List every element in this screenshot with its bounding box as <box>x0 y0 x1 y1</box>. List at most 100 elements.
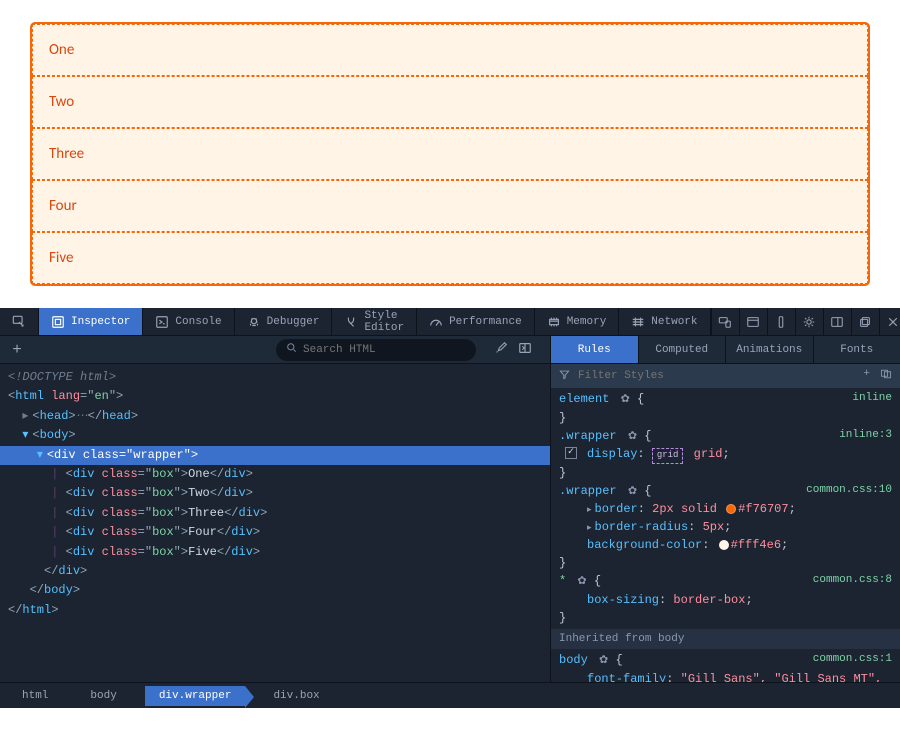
settings-button[interactable] <box>795 308 823 336</box>
rule-menu-icon[interactable]: ✿ <box>621 394 630 406</box>
crumb-body[interactable]: body <box>76 686 130 706</box>
rule-star[interactable]: * ✿ { common.css:8 <box>559 572 892 591</box>
rule-body[interactable]: body ✿ { common.css:1 <box>559 651 892 670</box>
rule-source-link[interactable]: common.css:10 <box>806 482 892 501</box>
iframe-picker-button[interactable] <box>739 308 767 336</box>
tab-memory[interactable]: Memory <box>535 308 620 335</box>
devtools-main: <!DOCTYPE html> <html lang="en"> <head>⋯… <box>0 364 900 682</box>
pick-element-button[interactable] <box>0 308 39 335</box>
dock-right-button[interactable] <box>823 308 851 336</box>
css-property[interactable]: background-color: #fff4e6; <box>559 536 892 554</box>
filter-styles-row: + <box>551 364 900 388</box>
network-icon <box>631 315 645 329</box>
collapse-icon[interactable] <box>37 447 47 464</box>
tab-label: Performance <box>449 316 522 328</box>
crumb-html[interactable]: html <box>8 686 62 706</box>
tab-network[interactable]: Network <box>619 308 710 335</box>
dom-line[interactable]: <body> <box>0 426 550 445</box>
rule-menu-icon[interactable]: ✿ <box>599 655 608 667</box>
popout-button[interactable] <box>851 308 879 336</box>
filter-icon <box>559 369 570 384</box>
eyedropper-button[interactable] <box>494 341 508 359</box>
tab-debugger[interactable]: Debugger <box>235 308 333 335</box>
filter-styles-input[interactable] <box>578 370 855 382</box>
dom-line[interactable]: <!DOCTYPE html> <box>0 368 550 387</box>
rules-tab-rules[interactable]: Rules <box>550 336 638 363</box>
css-property[interactable]: ▸border: 2px solid #f76707; <box>559 500 892 518</box>
dom-line[interactable]: </body> <box>0 581 550 600</box>
rules-tab-fonts[interactable]: Fonts <box>813 336 900 363</box>
devtools: Inspector Console Debugger Style Editor … <box>0 308 900 708</box>
rule-menu-icon[interactable]: ✿ <box>628 486 637 498</box>
tab-console[interactable]: Console <box>143 308 234 335</box>
rules-list[interactable]: element ✿ { inline } .wrapper ✿ { inline… <box>551 388 900 682</box>
dom-line[interactable]: </div> <box>0 562 550 581</box>
rule-element[interactable]: element ✿ { inline <box>559 390 892 409</box>
property-toggle[interactable]: ✓ <box>565 447 577 459</box>
rule-wrapper-inline[interactable]: .wrapper ✿ { inline:3 <box>559 427 892 446</box>
expand-icon[interactable] <box>22 408 32 425</box>
expand-shorthand-icon[interactable]: ▸ <box>587 523 592 533</box>
dom-line[interactable]: | <div class="box">Five</div> <box>0 543 550 562</box>
dom-line[interactable]: </html> <box>0 601 550 620</box>
tab-style-editor[interactable]: Style Editor <box>332 308 417 335</box>
collapse-icon[interactable] <box>22 427 32 444</box>
performance-icon <box>429 315 443 329</box>
css-property[interactable]: box-sizing: border-box; <box>559 591 892 609</box>
css-property[interactable]: font-family: "Gill Sans", "Gill Sans MT"… <box>559 670 892 683</box>
expand-shorthand-icon[interactable]: ▸ <box>587 505 592 515</box>
tab-label: Style Editor <box>364 310 404 334</box>
css-property[interactable]: ✓ display: grid grid; <box>559 445 892 464</box>
search-html[interactable] <box>276 339 476 361</box>
tab-inspector[interactable]: Inspector <box>39 308 143 335</box>
rule-source-link[interactable]: common.css:1 <box>813 651 892 670</box>
devtools-subbar: + Rules Computed Animations Fonts <box>0 336 900 364</box>
dock-side-button[interactable] <box>767 308 795 336</box>
grid-box: One <box>32 24 868 76</box>
dom-line[interactable]: | <div class="box">Three</div> <box>0 504 550 523</box>
pick-element-icon <box>12 315 26 329</box>
console-icon <box>155 315 169 329</box>
add-element-button[interactable]: + <box>8 341 26 359</box>
dom-line[interactable]: | <div class="box">Two</div> <box>0 484 550 503</box>
dom-line[interactable]: <html lang="en"> <box>0 387 550 406</box>
search-input[interactable] <box>303 344 466 356</box>
color-swatch[interactable] <box>726 504 736 514</box>
devtools-toolbar: Inspector Console Debugger Style Editor … <box>0 308 900 336</box>
toggle-split-button[interactable] <box>518 341 532 359</box>
dom-line[interactable]: <head>⋯</head> <box>0 407 550 426</box>
crumb-wrapper[interactable]: div.wrapper <box>145 686 246 706</box>
grid-box: Three <box>32 128 868 180</box>
css-property[interactable]: ▸border-radius: 5px; <box>559 518 892 536</box>
tab-performance[interactable]: Performance <box>417 308 535 335</box>
toolbar-right <box>711 308 900 335</box>
grid-box: Two <box>32 76 868 128</box>
rules-tab-computed[interactable]: Computed <box>638 336 726 363</box>
color-swatch[interactable] <box>719 540 729 550</box>
rule-menu-icon[interactable]: ✿ <box>577 576 586 588</box>
close-button[interactable] <box>879 308 900 336</box>
rule-source-link[interactable]: common.css:8 <box>813 572 892 591</box>
add-rule-button[interactable]: + <box>863 368 870 384</box>
rule-menu-icon[interactable]: ✿ <box>628 431 637 443</box>
dom-panel[interactable]: <!DOCTYPE html> <html lang="en"> <head>⋯… <box>0 364 550 682</box>
inherited-separator: Inherited from body <box>551 629 900 650</box>
toggle-classes-button[interactable] <box>880 368 892 384</box>
rule-source-link[interactable]: inline:3 <box>839 427 892 446</box>
inspector-icon <box>51 315 65 329</box>
tab-label: Network <box>651 316 697 328</box>
dom-line[interactable]: | <div class="box">Four</div> <box>0 523 550 542</box>
grid-box: Five <box>32 232 868 284</box>
dom-line[interactable]: | <div class="box">One</div> <box>0 465 550 484</box>
page-preview: One Two Three Four Five <box>0 0 900 308</box>
rule-source-link[interactable]: inline <box>852 390 892 409</box>
rules-tab-animations[interactable]: Animations <box>725 336 813 363</box>
tab-label: Inspector <box>71 316 130 328</box>
dom-line-selected[interactable]: <div class="wrapper"> <box>0 446 550 465</box>
crumb-box[interactable]: div.box <box>259 686 333 706</box>
responsive-mode-button[interactable] <box>711 308 739 336</box>
debugger-icon <box>247 315 261 329</box>
subbar-right: Rules Computed Animations Fonts <box>550 336 900 363</box>
grid-badge-icon[interactable]: grid <box>652 448 684 464</box>
rule-wrapper[interactable]: .wrapper ✿ { common.css:10 <box>559 482 892 501</box>
